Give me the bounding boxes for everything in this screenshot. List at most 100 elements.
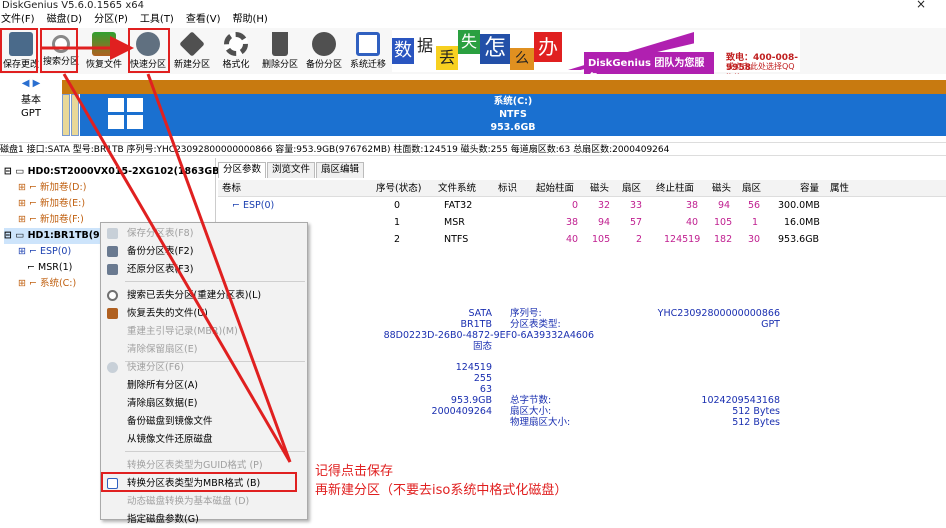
tree-item-system[interactable]: ⊞ ⌐ 系统(C:) xyxy=(18,276,76,292)
recover-icon xyxy=(107,308,118,319)
annotation-line-2: 再新建分区（不要去iso系统中格式化磁盘） xyxy=(315,483,568,498)
menu-item-save-partition-table[interactable]: 保存分区表(F8) xyxy=(101,225,307,242)
disk-map: ◀ ▶ 基本 GPT 系统(C:) NTFS 953.6GB xyxy=(0,74,946,142)
cell-end-head: 182 xyxy=(714,234,733,245)
detail-model: BR1TB xyxy=(460,319,492,330)
detail-capacity: 953.9GB xyxy=(450,395,492,406)
table-row[interactable]: 1 MSR 38 94 57 40 105 1 16.0MB xyxy=(218,214,946,231)
partition-size: 953.6GB xyxy=(490,122,536,133)
table-row[interactable]: ⌐ ESP(0) 0 FAT32 0 32 33 38 94 56 300.0M… xyxy=(218,197,946,214)
delete-partition-button[interactable]: 删除分区 xyxy=(259,30,301,72)
tree-disk-hd1[interactable]: ⊟ ▭ HD1:BR1TB(95 xyxy=(4,228,107,244)
tree-item-volume-e[interactable]: ⊞ ⌐ 新加卷(E:) xyxy=(18,196,85,212)
tab-partition-params[interactable]: 分区参数 xyxy=(218,162,267,178)
tree-disk-hd0[interactable]: ⊟ ▭ HD0:ST2000VX015-2XG102(1863GB) xyxy=(4,164,224,180)
banner-char: 数 xyxy=(392,38,414,64)
col-header: 终止柱面 xyxy=(656,183,695,194)
cell-capacity: 953.6GB xyxy=(778,234,820,245)
detail-sector-size: 512 Bytes xyxy=(732,406,780,417)
partition-table-type: GPT xyxy=(21,108,41,119)
detail-bytes-label: 总字节数: xyxy=(510,395,552,406)
detail-cylinders: 124519 xyxy=(455,362,492,373)
mbr-item-highlight xyxy=(101,472,297,492)
partition-block-system[interactable]: 系统(C:) NTFS 953.6GB xyxy=(80,94,946,136)
tab-sector-edit[interactable]: 扇区编辑 xyxy=(316,162,365,178)
menu-item-restore-partition-table[interactable]: 还原分区表(F3) xyxy=(101,261,307,278)
menu-item-backup-partition-table[interactable]: 备份分区表(F2) xyxy=(101,243,307,260)
menu-item-clear-reserved[interactable]: 清除保留扇区(E) xyxy=(101,341,307,358)
col-header: 文件系统 xyxy=(438,183,477,194)
partition-fs: NTFS xyxy=(499,109,527,120)
partition-block-msr[interactable] xyxy=(71,94,79,136)
col-header: 属性 xyxy=(830,183,850,194)
menu-item-rebuild-mbr[interactable]: 重建主引导记录(MBR)(M) xyxy=(101,323,307,340)
col-header: 磁头 xyxy=(590,183,610,194)
annotation-line-1: 记得点击保存 xyxy=(315,464,394,479)
tree-item-msr[interactable]: ⌐ MSR(1) xyxy=(18,260,72,276)
windows-logo-icon xyxy=(108,98,144,130)
format-icon xyxy=(224,32,248,56)
tree-item-esp[interactable]: ⊞ ⌐ ESP(0) xyxy=(18,244,71,260)
search-icon xyxy=(107,290,118,301)
partition-table: 卷标 序号(状态) 文件系统 标识 起始柱面 磁头 扇区 终止柱面 磁头 扇区 … xyxy=(218,180,946,248)
menu-item-delete-all-partitions[interactable]: 删除所有分区(A) xyxy=(101,377,307,394)
ad-banner[interactable]: 数 据 丢 失 怎 么 办 DiskGenius 团队为您服务 致电：400-0… xyxy=(392,30,800,86)
cell-fs: FAT32 xyxy=(444,200,473,211)
menu-file[interactable]: 文件(F) xyxy=(0,12,36,28)
partition-block-esp[interactable] xyxy=(62,94,70,136)
cell-start-cyl: 38 xyxy=(566,217,579,228)
detail-total-sectors: 2000409264 xyxy=(431,406,492,417)
cell-capacity: 16.0MB xyxy=(784,217,820,228)
menu-view[interactable]: 查看(V) xyxy=(185,12,222,28)
menu-item-backup-to-image[interactable]: 备份磁盘到镜像文件 xyxy=(101,413,307,430)
table-row[interactable]: 2 NTFS 40 105 2 124519 182 30 953.6GB xyxy=(218,231,946,248)
menu-item-search-lost-partitions[interactable]: 搜索已丢失分区(重建分区表)(L) xyxy=(101,287,307,304)
disk-type: 基本 xyxy=(21,95,41,106)
banner-char: 据 xyxy=(414,34,436,58)
menu-item-recover-lost-files[interactable]: 恢复丢失的文件(U) xyxy=(101,305,307,322)
menu-item-quick-partition[interactable]: 快速分区(F6) xyxy=(101,359,307,376)
tree-item-volume-f[interactable]: ⊞ ⌐ 新加卷(F:) xyxy=(18,212,84,228)
format-button[interactable]: 格式化 xyxy=(215,30,257,72)
detail-serial-label: 序列号: xyxy=(510,308,542,319)
tab-browse-files[interactable]: 浏览文件 xyxy=(267,162,316,178)
disk-label-panel: ◀ ▶ 基本 GPT xyxy=(0,74,62,142)
backup-icon xyxy=(107,246,118,257)
menu-help[interactable]: 帮助(H) xyxy=(232,12,269,28)
col-header: 磁头 xyxy=(712,183,732,194)
table-header: 卷标 序号(状态) 文件系统 标识 起始柱面 磁头 扇区 终止柱面 磁头 扇区 … xyxy=(218,180,946,197)
quick-partition-highlight xyxy=(128,28,170,73)
detail-spt: 63 xyxy=(479,384,492,395)
cell-start-head: 94 xyxy=(598,217,611,228)
menu-tools[interactable]: 工具(T) xyxy=(139,12,175,28)
detail-phys-sector: 512 Bytes xyxy=(732,417,780,428)
cell-start-cyl: 0 xyxy=(572,200,579,211)
new-partition-button[interactable]: 新建分区 xyxy=(171,30,213,72)
cell-start-sector: 57 xyxy=(630,217,643,228)
quick-partition-icon xyxy=(107,362,118,373)
disk-nav-arrows[interactable]: ◀ ▶ xyxy=(0,78,62,89)
menu-item-clear-sectors[interactable]: 清除扇区数据(E) xyxy=(101,395,307,412)
backup-partition-button[interactable]: 备份分区 xyxy=(303,30,345,72)
recover-files-button[interactable]: 恢复文件 xyxy=(83,30,125,72)
tree-item-volume-d[interactable]: ⊞ ⌐ 新加卷(D:) xyxy=(18,180,86,196)
detail-heads: 255 xyxy=(473,373,492,384)
detail-pt-label: 分区表类型: xyxy=(510,319,561,330)
banner-char: 办 xyxy=(534,32,562,62)
menu-item-restore-from-image[interactable]: 从镜像文件还原磁盘 xyxy=(101,431,307,448)
recover-icon xyxy=(92,32,116,56)
menu-partition[interactable]: 分区(P) xyxy=(93,12,129,28)
close-icon[interactable]: × xyxy=(916,0,926,10)
menu-disk[interactable]: 磁盘(D) xyxy=(46,12,84,28)
cell-fs: MSR xyxy=(444,217,465,228)
restore-icon xyxy=(107,264,118,275)
menu-separator xyxy=(125,451,305,452)
cell-end-head: 94 xyxy=(718,200,731,211)
system-migration-button[interactable]: 系统迁移 xyxy=(347,30,389,72)
banner-char: 怎 xyxy=(480,34,510,64)
menu-item-dynamic-to-basic[interactable]: 动态磁盘转换为基本磁盘 (D) xyxy=(101,493,307,510)
cell-index: 1 xyxy=(394,217,401,228)
save-highlight xyxy=(0,28,38,73)
detail-pt: GPT xyxy=(761,319,780,330)
cell-end-sector: 30 xyxy=(748,234,761,245)
